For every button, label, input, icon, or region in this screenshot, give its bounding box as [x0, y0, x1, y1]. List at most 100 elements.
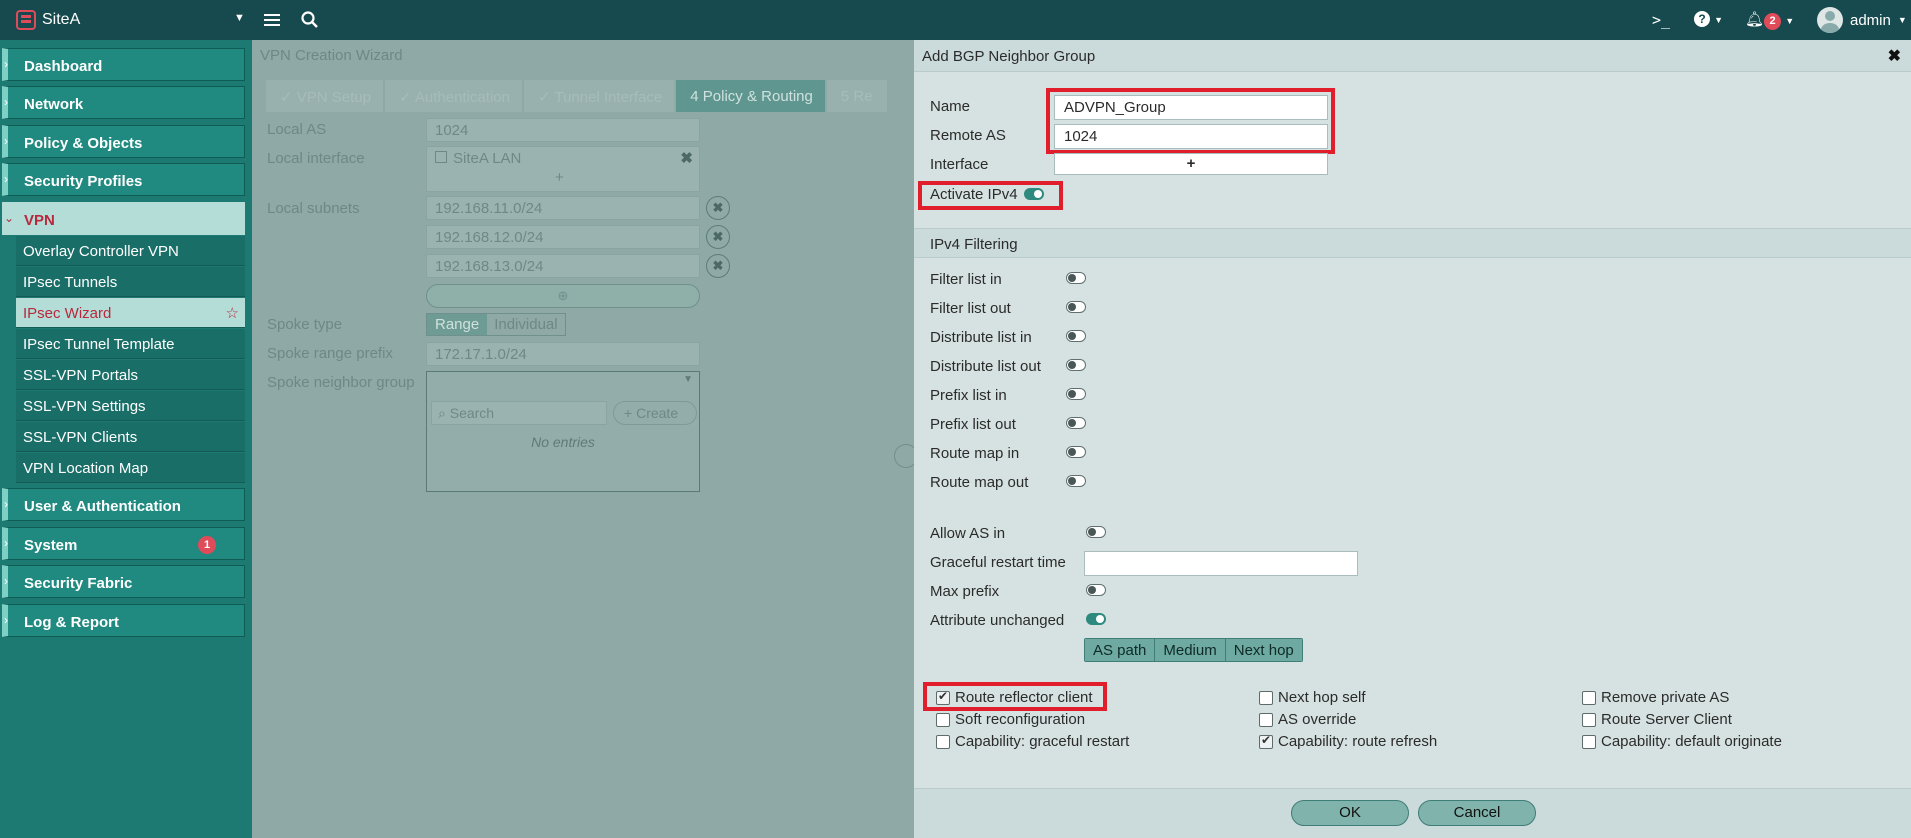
- distribute-list-in-label: Distribute list in: [930, 329, 1032, 346]
- site-dropdown-caret-icon[interactable]: ▼: [234, 12, 245, 24]
- as-override-checkbox[interactable]: [1259, 713, 1273, 727]
- interface-label: Interface: [930, 156, 989, 173]
- sidebar-item-security-fabric[interactable]: › Security Fabric: [2, 565, 245, 598]
- chevron-right-icon: ›: [4, 613, 8, 627]
- avatar: [1817, 7, 1843, 33]
- graceful-restart-time-label: Graceful restart time: [930, 554, 1066, 571]
- route-reflector-client-checkbox[interactable]: [936, 689, 950, 705]
- local-interface-label: Local interface: [267, 150, 365, 167]
- sidebar-item-network[interactable]: › Network: [2, 86, 245, 119]
- search-input: ⌕ Search: [431, 401, 607, 425]
- sidebar-subitem-overlay-controller-vpn[interactable]: Overlay Controller VPN: [16, 236, 245, 266]
- sidebar-subitem-ssl-vpn-portals[interactable]: SSL-VPN Portals: [16, 360, 245, 390]
- wizard-title: VPN Creation Wizard: [260, 47, 403, 64]
- chevron-right-icon: ›: [4, 536, 8, 550]
- hamburger-menu-icon[interactable]: [262, 10, 282, 30]
- spoke-type-toggle: Range Individual: [426, 313, 566, 336]
- notification-count-badge: 2: [1764, 13, 1782, 30]
- help-button[interactable]: ? ▼: [1694, 10, 1723, 27]
- allow-as-in-label: Allow AS in: [930, 525, 1006, 542]
- filter-list-out-label: Filter list out: [930, 300, 1011, 317]
- cli-console-icon[interactable]: >_: [1652, 11, 1670, 29]
- chevron-down-icon: ⌄: [4, 211, 15, 225]
- next-hop-self-checkbox[interactable]: [1259, 691, 1273, 705]
- sidebar-item-system[interactable]: › System 1: [2, 527, 245, 560]
- attribute-option-as-path[interactable]: AS path: [1085, 639, 1156, 661]
- sidebar-item-vpn[interactable]: ⌄ VPN: [2, 202, 245, 235]
- capability-route-refresh-checkbox[interactable]: [1259, 733, 1273, 749]
- name-input[interactable]: [1054, 95, 1328, 120]
- site-name[interactable]: SiteA: [42, 11, 80, 29]
- allow-as-in-toggle[interactable]: [1086, 526, 1106, 538]
- route-map-out-toggle[interactable]: [1066, 475, 1086, 487]
- sidebar-subitem-ipsec-wizard[interactable]: IPsec Wizard ☆: [16, 298, 245, 328]
- sidebar-subitem-ssl-vpn-settings[interactable]: SSL-VPN Settings: [16, 391, 245, 421]
- capability-default-originate-checkbox[interactable]: [1582, 735, 1596, 749]
- local-as-label: Local AS: [267, 121, 327, 138]
- attribute-unchanged-options: AS path Medium Next hop: [1084, 638, 1303, 662]
- cancel-button[interactable]: Cancel: [1418, 800, 1536, 826]
- wizard-step-review: 5 Re: [826, 80, 887, 112]
- add-interface-button[interactable]: +: [1054, 153, 1328, 175]
- search-icon: ⌕: [438, 405, 450, 421]
- remote-as-input[interactable]: [1054, 124, 1328, 149]
- ok-button[interactable]: OK: [1291, 800, 1409, 826]
- distribute-list-out-label: Distribute list out: [930, 358, 1041, 375]
- chevron-right-icon: ›: [4, 95, 8, 109]
- plus-icon: +: [624, 405, 637, 421]
- attribute-unchanged-toggle[interactable]: [1086, 613, 1106, 625]
- next-hop-self-label: Next hop self: [1278, 689, 1366, 706]
- prefix-list-out-toggle[interactable]: [1066, 417, 1086, 429]
- add-subnet-icon: ⊕: [426, 284, 700, 308]
- dialog-title: Add BGP Neighbor Group: [922, 48, 1096, 65]
- prefix-list-in-toggle[interactable]: [1066, 388, 1086, 400]
- chevron-right-icon: ›: [4, 57, 8, 71]
- route-map-in-toggle[interactable]: [1066, 446, 1086, 458]
- checkbox-icon: [435, 151, 447, 163]
- filter-list-in-toggle[interactable]: [1066, 272, 1086, 284]
- help-icon: ?: [1694, 11, 1710, 27]
- sidebar-subitem-vpn-location-map[interactable]: VPN Location Map: [16, 453, 245, 483]
- local-as-field: 1024: [426, 118, 700, 142]
- notifications-button[interactable]: 🔔︎ 2 ▼: [1745, 10, 1794, 30]
- distribute-list-in-toggle[interactable]: [1066, 330, 1086, 342]
- sidebar-item-security-profiles[interactable]: › Security Profiles: [2, 163, 245, 196]
- spoke-range-prefix-field: 172.17.1.0/24: [426, 342, 700, 366]
- step-number: 5: [840, 88, 850, 105]
- attribute-option-next-hop[interactable]: Next hop: [1225, 639, 1302, 661]
- sidebar-subitem-ipsec-tunnel-template[interactable]: IPsec Tunnel Template: [16, 329, 245, 359]
- distribute-list-out-toggle[interactable]: [1066, 359, 1086, 371]
- favorite-star-icon[interactable]: ☆: [226, 304, 239, 322]
- wizard-step-authentication: ✓ Authentication: [384, 80, 522, 112]
- sidebar-item-policy-objects[interactable]: › Policy & Objects: [2, 125, 245, 158]
- subnet-field: 192.168.13.0/24: [426, 254, 700, 278]
- subnet-field: 192.168.12.0/24: [426, 225, 700, 249]
- route-reflector-client-label: Route reflector client: [955, 689, 1093, 706]
- local-subnets-label: Local subnets: [267, 200, 360, 217]
- search-icon[interactable]: [300, 10, 320, 30]
- max-prefix-toggle[interactable]: [1086, 584, 1106, 596]
- sidebar-item-dashboard[interactable]: › Dashboard: [2, 48, 245, 81]
- capability-graceful-restart-checkbox[interactable]: [936, 735, 950, 749]
- user-menu-button[interactable]: admin ▼: [1817, 7, 1907, 33]
- add-bgp-neighbor-group-dialog: Add BGP Neighbor Group ✖ Name Remote AS …: [914, 40, 1911, 838]
- wizard-step-tunnel-interface: ✓ Tunnel Interface: [523, 80, 675, 112]
- activate-ipv4-toggle[interactable]: [1024, 188, 1044, 200]
- sidebar-item-log-report[interactable]: › Log & Report: [2, 604, 245, 637]
- filter-list-out-toggle[interactable]: [1066, 301, 1086, 313]
- graceful-restart-time-input[interactable]: [1084, 551, 1358, 576]
- attribute-option-medium[interactable]: Medium: [1155, 639, 1226, 661]
- route-server-client-checkbox[interactable]: [1582, 713, 1596, 727]
- close-icon[interactable]: ✖: [1888, 46, 1901, 66]
- soft-reconfiguration-checkbox[interactable]: [936, 713, 950, 727]
- prefix-list-in-label: Prefix list in: [930, 387, 1007, 404]
- create-button: + Create: [613, 401, 697, 425]
- sidebar-subitem-ssl-vpn-clients[interactable]: SSL-VPN Clients: [16, 422, 245, 452]
- dialog-header: Add BGP Neighbor Group ✖: [914, 40, 1911, 72]
- check-circle-icon: ✓: [280, 89, 297, 106]
- sidebar-subitem-ipsec-tunnels[interactable]: IPsec Tunnels: [16, 267, 245, 297]
- remove-private-as-checkbox[interactable]: [1582, 691, 1596, 705]
- sidebar-item-user-authentication[interactable]: › User & Authentication: [2, 488, 245, 521]
- chevron-right-icon: ›: [4, 172, 8, 186]
- chevron-down-icon: ▼: [1785, 16, 1795, 26]
